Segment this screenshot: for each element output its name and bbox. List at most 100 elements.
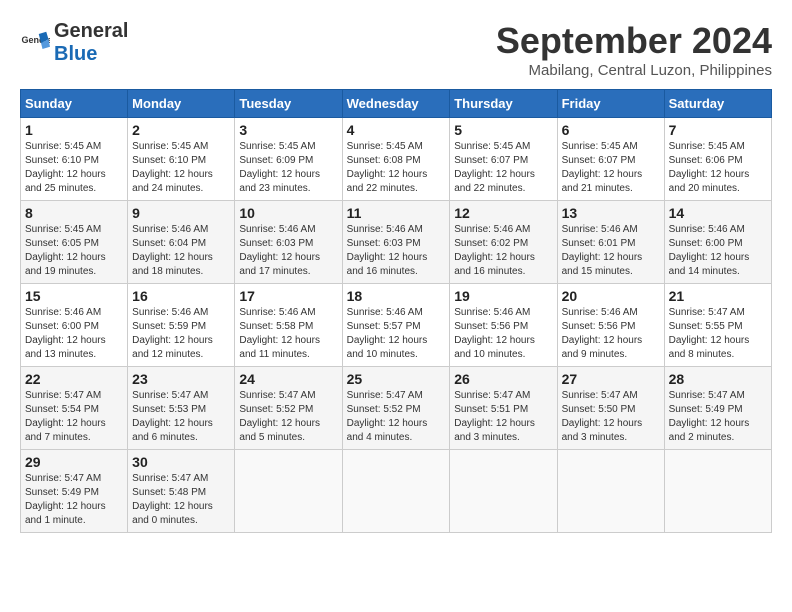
calendar-cell: 4 Sunrise: 5:45 AM Sunset: 6:08 PM Dayli… <box>342 118 450 201</box>
day-number: 4 <box>347 122 446 138</box>
day-info: Sunrise: 5:47 AM Sunset: 5:55 PM Dayligh… <box>669 306 767 362</box>
daylight-label: Daylight: 12 hours and 12 minutes. <box>132 335 213 360</box>
sunset-label: Sunset: 6:04 PM <box>132 238 206 249</box>
day-number: 11 <box>347 205 446 221</box>
sunset-label: Sunset: 6:03 PM <box>347 238 421 249</box>
day-info: Sunrise: 5:46 AM Sunset: 5:59 PM Dayligh… <box>132 306 230 362</box>
daylight-label: Daylight: 12 hours and 19 minutes. <box>25 252 106 277</box>
location: Mabilang, Central Luzon, Philippines <box>496 62 772 79</box>
day-number: 12 <box>454 205 552 221</box>
sunset-label: Sunset: 5:56 PM <box>454 321 528 332</box>
day-info: Sunrise: 5:46 AM Sunset: 6:00 PM Dayligh… <box>669 223 767 279</box>
sunset-label: Sunset: 6:07 PM <box>562 155 636 166</box>
sunrise-label: Sunrise: 5:46 AM <box>562 224 638 235</box>
calendar-cell: 19 Sunrise: 5:46 AM Sunset: 5:56 PM Dayl… <box>450 284 557 367</box>
calendar-week-row: 1 Sunrise: 5:45 AM Sunset: 6:10 PM Dayli… <box>21 118 772 201</box>
sunrise-label: Sunrise: 5:47 AM <box>562 390 638 401</box>
calendar-cell: 11 Sunrise: 5:46 AM Sunset: 6:03 PM Dayl… <box>342 201 450 284</box>
sunset-label: Sunset: 5:57 PM <box>347 321 421 332</box>
calendar-cell: 26 Sunrise: 5:47 AM Sunset: 5:51 PM Dayl… <box>450 367 557 450</box>
day-info: Sunrise: 5:46 AM Sunset: 6:03 PM Dayligh… <box>239 223 337 279</box>
day-number: 19 <box>454 288 552 304</box>
logo: General General Blue <box>20 20 128 66</box>
logo-text: General Blue <box>54 20 128 66</box>
day-info: Sunrise: 5:46 AM Sunset: 6:03 PM Dayligh… <box>347 223 446 279</box>
day-number: 1 <box>25 122 123 138</box>
day-number: 8 <box>25 205 123 221</box>
calendar-week-row: 22 Sunrise: 5:47 AM Sunset: 5:54 PM Dayl… <box>21 367 772 450</box>
daylight-label: Daylight: 12 hours and 16 minutes. <box>347 252 428 277</box>
sunrise-label: Sunrise: 5:47 AM <box>25 473 101 484</box>
daylight-label: Daylight: 12 hours and 3 minutes. <box>562 418 643 443</box>
calendar-cell: 16 Sunrise: 5:46 AM Sunset: 5:59 PM Dayl… <box>128 284 235 367</box>
day-number: 3 <box>239 122 337 138</box>
day-number: 14 <box>669 205 767 221</box>
sunrise-label: Sunrise: 5:47 AM <box>669 390 745 401</box>
daylight-label: Daylight: 12 hours and 3 minutes. <box>454 418 535 443</box>
day-number: 26 <box>454 371 552 387</box>
weekday-header: Thursday <box>450 90 557 118</box>
daylight-label: Daylight: 12 hours and 25 minutes. <box>25 169 106 194</box>
sunset-label: Sunset: 6:09 PM <box>239 155 313 166</box>
logo-icon: General <box>20 28 50 58</box>
daylight-label: Daylight: 12 hours and 21 minutes. <box>562 169 643 194</box>
sunset-label: Sunset: 5:52 PM <box>239 404 313 415</box>
day-number: 5 <box>454 122 552 138</box>
sunrise-label: Sunrise: 5:45 AM <box>25 141 101 152</box>
day-info: Sunrise: 5:46 AM Sunset: 5:56 PM Dayligh… <box>562 306 660 362</box>
calendar-cell: 3 Sunrise: 5:45 AM Sunset: 6:09 PM Dayli… <box>235 118 342 201</box>
weekday-header: Saturday <box>664 90 771 118</box>
weekday-header-row: SundayMondayTuesdayWednesdayThursdayFrid… <box>21 90 772 118</box>
day-info: Sunrise: 5:47 AM Sunset: 5:53 PM Dayligh… <box>132 389 230 445</box>
day-info: Sunrise: 5:47 AM Sunset: 5:49 PM Dayligh… <box>669 389 767 445</box>
day-info: Sunrise: 5:45 AM Sunset: 6:09 PM Dayligh… <box>239 140 337 196</box>
day-number: 28 <box>669 371 767 387</box>
sunset-label: Sunset: 5:48 PM <box>132 487 206 498</box>
calendar-cell: 29 Sunrise: 5:47 AM Sunset: 5:49 PM Dayl… <box>21 450 128 533</box>
daylight-label: Daylight: 12 hours and 10 minutes. <box>347 335 428 360</box>
daylight-label: Daylight: 12 hours and 5 minutes. <box>239 418 320 443</box>
daylight-label: Daylight: 12 hours and 8 minutes. <box>669 335 750 360</box>
sunset-label: Sunset: 5:55 PM <box>669 321 743 332</box>
daylight-label: Daylight: 12 hours and 20 minutes. <box>669 169 750 194</box>
calendar-cell: 22 Sunrise: 5:47 AM Sunset: 5:54 PM Dayl… <box>21 367 128 450</box>
sunset-label: Sunset: 6:10 PM <box>25 155 99 166</box>
day-info: Sunrise: 5:46 AM Sunset: 5:57 PM Dayligh… <box>347 306 446 362</box>
day-number: 10 <box>239 205 337 221</box>
day-number: 7 <box>669 122 767 138</box>
sunrise-label: Sunrise: 5:45 AM <box>562 141 638 152</box>
calendar-cell: 17 Sunrise: 5:46 AM Sunset: 5:58 PM Dayl… <box>235 284 342 367</box>
sunset-label: Sunset: 6:00 PM <box>25 321 99 332</box>
day-info: Sunrise: 5:47 AM Sunset: 5:49 PM Dayligh… <box>25 472 123 528</box>
calendar-cell: 21 Sunrise: 5:47 AM Sunset: 5:55 PM Dayl… <box>664 284 771 367</box>
day-number: 15 <box>25 288 123 304</box>
calendar-cell: 30 Sunrise: 5:47 AM Sunset: 5:48 PM Dayl… <box>128 450 235 533</box>
weekday-header: Tuesday <box>235 90 342 118</box>
sunrise-label: Sunrise: 5:46 AM <box>347 307 423 318</box>
sunset-label: Sunset: 5:53 PM <box>132 404 206 415</box>
daylight-label: Daylight: 12 hours and 22 minutes. <box>347 169 428 194</box>
sunrise-label: Sunrise: 5:47 AM <box>132 390 208 401</box>
day-info: Sunrise: 5:47 AM Sunset: 5:54 PM Dayligh… <box>25 389 123 445</box>
day-info: Sunrise: 5:45 AM Sunset: 6:07 PM Dayligh… <box>454 140 552 196</box>
sunset-label: Sunset: 6:00 PM <box>669 238 743 249</box>
sunset-label: Sunset: 5:50 PM <box>562 404 636 415</box>
sunrise-label: Sunrise: 5:46 AM <box>454 307 530 318</box>
weekday-header: Wednesday <box>342 90 450 118</box>
sunrise-label: Sunrise: 5:47 AM <box>347 390 423 401</box>
daylight-label: Daylight: 12 hours and 7 minutes. <box>25 418 106 443</box>
sunset-label: Sunset: 5:52 PM <box>347 404 421 415</box>
sunset-label: Sunset: 6:07 PM <box>454 155 528 166</box>
day-info: Sunrise: 5:47 AM Sunset: 5:48 PM Dayligh… <box>132 472 230 528</box>
sunset-label: Sunset: 6:01 PM <box>562 238 636 249</box>
calendar-cell: 10 Sunrise: 5:46 AM Sunset: 6:03 PM Dayl… <box>235 201 342 284</box>
calendar-cell: 24 Sunrise: 5:47 AM Sunset: 5:52 PM Dayl… <box>235 367 342 450</box>
sunrise-label: Sunrise: 5:45 AM <box>25 224 101 235</box>
sunset-label: Sunset: 6:05 PM <box>25 238 99 249</box>
calendar-cell: 5 Sunrise: 5:45 AM Sunset: 6:07 PM Dayli… <box>450 118 557 201</box>
sunrise-label: Sunrise: 5:46 AM <box>25 307 101 318</box>
daylight-label: Daylight: 12 hours and 15 minutes. <box>562 252 643 277</box>
sunset-label: Sunset: 6:02 PM <box>454 238 528 249</box>
day-number: 2 <box>132 122 230 138</box>
calendar-cell: 7 Sunrise: 5:45 AM Sunset: 6:06 PM Dayli… <box>664 118 771 201</box>
